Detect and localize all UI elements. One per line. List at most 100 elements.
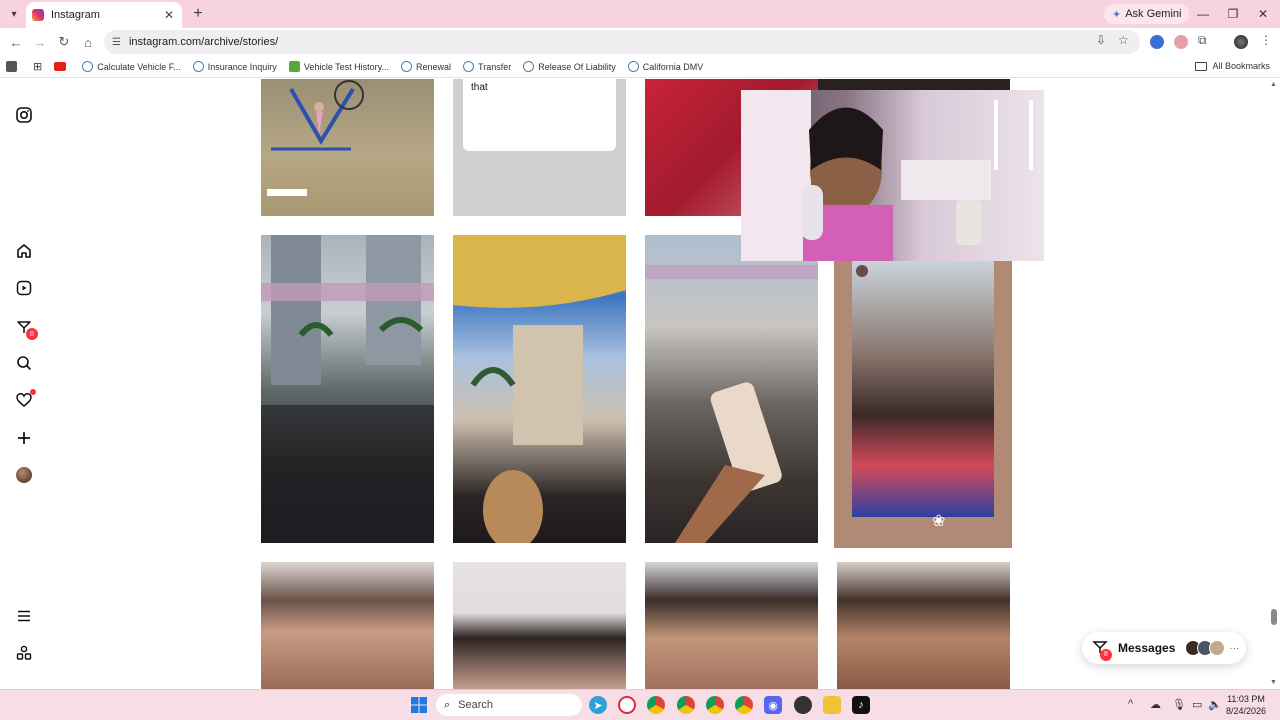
- reels-icon[interactable]: [14, 278, 34, 298]
- bookmark-item[interactable]: Release Of Liability: [523, 61, 616, 72]
- windows-start-icon[interactable]: [410, 696, 428, 714]
- tab-title: Instagram: [51, 9, 100, 21]
- tiktok-icon[interactable]: ♪: [852, 696, 870, 714]
- picture-in-picture-video[interactable]: [741, 90, 1044, 261]
- bookmarks-bar: ⊞ Calculate Vehicle F... Insurance Inqui…: [0, 56, 1280, 78]
- create-plus-icon[interactable]: [14, 428, 34, 448]
- site-info-icon[interactable]: ☰: [112, 37, 121, 48]
- festival-crowd-illustration: [261, 235, 434, 543]
- home-icon[interactable]: [14, 241, 34, 261]
- bookmark-youtube[interactable]: [54, 62, 70, 71]
- globe-icon: [192, 61, 204, 72]
- home-icon[interactable]: ⌂: [78, 32, 98, 52]
- story-thumbnail[interactable]: [261, 562, 434, 689]
- minimize-icon[interactable]: —: [1188, 4, 1218, 24]
- bookmark-item[interactable]: Calculate Vehicle F...: [82, 61, 181, 72]
- tab-instagram[interactable]: Instagram ✕: [26, 2, 182, 28]
- ask-gemini-label: Ask Gemini: [1125, 8, 1182, 20]
- show-hidden-icons-icon[interactable]: ^: [1128, 698, 1133, 710]
- back-arrow-icon[interactable]: ←: [6, 32, 26, 52]
- more-menu-icon[interactable]: [14, 606, 34, 626]
- profile-avatar[interactable]: [1234, 35, 1248, 49]
- opera-icon[interactable]: [618, 696, 636, 714]
- onedrive-cloud-icon[interactable]: ☁: [1150, 698, 1161, 711]
- telegram-icon[interactable]: ➤: [589, 696, 607, 714]
- search-icon[interactable]: [14, 353, 34, 373]
- avatar: [16, 467, 32, 483]
- app-icon[interactable]: [794, 696, 812, 714]
- bookmark-item[interactable]: Vehicle Test History...: [288, 61, 390, 72]
- restore-icon[interactable]: ❐: [1218, 4, 1248, 24]
- forward-arrow-icon[interactable]: →: [30, 32, 50, 52]
- messenger-icon: 8: [1092, 639, 1112, 661]
- bookmark-app[interactable]: [6, 61, 21, 72]
- bookmark-item[interactable]: Insurance Inquiry: [192, 61, 277, 72]
- kebab-menu-icon[interactable]: ⋮: [1260, 33, 1272, 47]
- clock-date: 8/24/2026: [1225, 706, 1267, 716]
- chrome-icon[interactable]: [706, 696, 724, 714]
- story-thumbnail[interactable]: [453, 235, 626, 543]
- chrome-icon[interactable]: [735, 696, 753, 714]
- extensions-puzzle-icon[interactable]: ⧉: [1198, 33, 1207, 48]
- display-icon[interactable]: ▭: [1192, 698, 1202, 711]
- address-bar[interactable]: ☰ instagram.com/archive/stories/: [104, 30, 1140, 54]
- bookmark-label: Vehicle Test History...: [303, 61, 390, 72]
- story-thumbnail[interactable]: that: [453, 79, 626, 216]
- reload-icon[interactable]: ↻: [54, 32, 74, 52]
- instagram-logo-icon[interactable]: [14, 105, 34, 125]
- messages-count-badge: 8: [1100, 648, 1112, 661]
- story-thumbnail[interactable]: [261, 79, 434, 216]
- also-from-meta-icon[interactable]: [14, 643, 34, 663]
- more-dots-icon: ···: [1229, 642, 1240, 654]
- bookmark-label: Transfer: [478, 61, 512, 72]
- extension-icon[interactable]: [1150, 35, 1164, 49]
- close-window-icon[interactable]: ✕: [1248, 4, 1278, 24]
- taskbar-search[interactable]: ⌕ Search: [436, 694, 582, 716]
- tab-search-icon[interactable]: ▾: [4, 4, 24, 24]
- browser-toolbar: ← → ↻ ⌂ ☰ instagram.com/archive/stories/…: [0, 28, 1280, 56]
- globe-icon: [463, 61, 475, 72]
- app-icon: [6, 61, 17, 72]
- bookmark-item[interactable]: Renewal: [401, 61, 451, 72]
- file-explorer-icon[interactable]: [823, 696, 841, 714]
- ask-gemini-button[interactable]: ✦ Ask Gemini: [1104, 4, 1190, 24]
- story-thumbnail[interactable]: [645, 235, 818, 543]
- windows-taskbar: ⌕ Search ➤ ◉ ♪ ^ ☁ 🎙 ▭ 🔈 11:03 PM 8/24/2…: [0, 689, 1280, 720]
- new-tab-plus-icon[interactable]: +: [188, 4, 208, 24]
- story-thumbnail[interactable]: [453, 562, 626, 689]
- notification-dot: [30, 389, 36, 395]
- bookmark-apps-grid[interactable]: ⊞: [33, 60, 42, 73]
- extension-icon[interactable]: [1174, 35, 1188, 49]
- heart-notifications-icon[interactable]: [14, 389, 36, 410]
- chrome-icon[interactable]: [677, 696, 695, 714]
- bookmark-star-icon[interactable]: ☆: [1118, 33, 1129, 47]
- bookmark-item[interactable]: California DMV: [627, 61, 703, 72]
- messages-button[interactable]: 8 Messages ···: [1082, 632, 1246, 664]
- recent-chat-avatars: [1185, 640, 1226, 656]
- messenger-icon[interactable]: 8: [14, 317, 38, 340]
- bookmark-label: Insurance Inquiry: [207, 61, 277, 72]
- bookmark-item[interactable]: Transfer: [463, 61, 511, 72]
- story-thumbnail[interactable]: [837, 562, 1010, 689]
- story-photo: [852, 261, 994, 517]
- all-bookmarks-button[interactable]: All Bookmarks: [1195, 61, 1270, 71]
- globe-icon: [82, 61, 94, 72]
- avatar: [1209, 640, 1226, 656]
- scroll-up-arrow-icon[interactable]: ▲: [1270, 81, 1277, 88]
- scrollbar-thumb[interactable]: [1271, 609, 1277, 625]
- chrome-icon[interactable]: [647, 696, 665, 714]
- profile-avatar-icon[interactable]: [14, 465, 34, 485]
- grid-icon: ⊞: [33, 61, 43, 73]
- close-tab-icon[interactable]: ✕: [162, 8, 176, 22]
- story-thumbnail[interactable]: ❀: [834, 261, 1012, 548]
- discord-icon[interactable]: ◉: [764, 696, 782, 714]
- install-app-icon[interactable]: ⇩: [1096, 33, 1106, 47]
- avatar: [856, 265, 868, 277]
- microphone-icon[interactable]: 🎙: [1172, 698, 1186, 711]
- system-clock[interactable]: 11:03 PM 8/24/2026: [1222, 693, 1270, 717]
- scroll-down-arrow-icon[interactable]: ▼: [1270, 679, 1277, 686]
- volume-icon[interactable]: 🔈: [1208, 698, 1222, 711]
- story-thumbnail[interactable]: [261, 235, 434, 543]
- url-text[interactable]: instagram.com/archive/stories/: [129, 36, 278, 48]
- story-thumbnail[interactable]: [645, 562, 818, 689]
